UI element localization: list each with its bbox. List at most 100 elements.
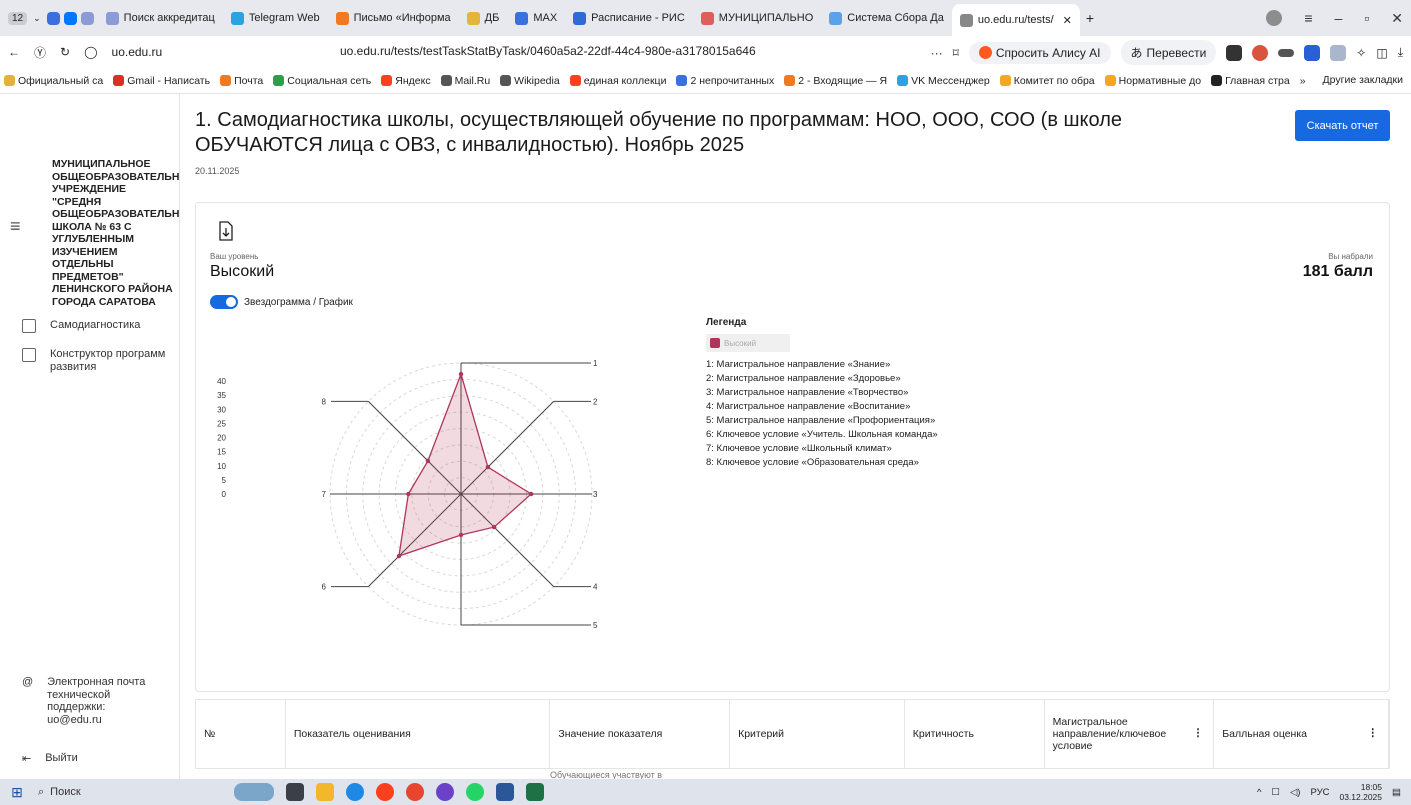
bookmark-item[interactable]: Главная стра xyxy=(1211,75,1290,87)
tab-close-icon[interactable]: ✕ xyxy=(1063,14,1072,27)
browser-tab[interactable]: Письмо «Информа xyxy=(328,0,459,36)
profile-icon[interactable] xyxy=(1266,10,1283,26)
bookmark-item[interactable]: Wikipedia xyxy=(500,75,560,87)
yandex-icon[interactable]: Ⓨ xyxy=(34,44,46,61)
extension-icon[interactable] xyxy=(1278,48,1295,57)
legend-swatch xyxy=(710,338,720,348)
volume-icon[interactable]: ◁) xyxy=(1290,787,1300,798)
notifications-icon[interactable]: ▤ xyxy=(1392,787,1401,798)
browser-tab[interactable]: Расписание - РИС xyxy=(565,0,693,36)
taskbar-search[interactable]: ⌕ Поиск xyxy=(34,786,194,799)
browser-tab[interactable]: Система Сбора Да xyxy=(821,0,952,36)
yandex-browser-icon[interactable] xyxy=(376,783,394,801)
back-icon[interactable]: ← xyxy=(8,45,20,59)
download-report-button[interactable]: Скачать отчет xyxy=(1295,110,1390,141)
bookmark-item[interactable]: Официальный са xyxy=(4,75,103,87)
bookmark-favicon-icon xyxy=(676,75,688,86)
extension-icon[interactable] xyxy=(1226,44,1243,61)
bookmark-item[interactable]: 2 непрочитанных xyxy=(676,75,774,87)
column-header[interactable]: Магистральное направление/ключевое услов… xyxy=(1045,700,1215,768)
extension-icon[interactable] xyxy=(1304,44,1321,61)
y-tick-label: 20 xyxy=(217,434,226,443)
new-tab-icon[interactable]: + xyxy=(1086,10,1094,26)
translate-button[interactable]: あ Перевести xyxy=(1120,40,1217,65)
whatsapp-icon[interactable] xyxy=(466,783,484,801)
column-header[interactable]: Критичность xyxy=(905,700,1045,768)
bookmark-icon[interactable]: ⌑ xyxy=(953,46,959,60)
support-email[interactable]: @ Электронная почта технической поддержк… xyxy=(22,676,147,726)
toggle-switch[interactable] xyxy=(210,295,238,309)
bookmark-item[interactable]: Комитет по обра xyxy=(999,75,1095,87)
bookmark-item[interactable]: Mail.Ru xyxy=(440,75,490,87)
browser-tab[interactable]: Поиск аккредитац xyxy=(98,0,223,36)
shield-icon[interactable] xyxy=(80,11,94,25)
sidebar-item-program-builder[interactable]: Конструктор программ развития xyxy=(22,348,172,374)
excel-icon[interactable] xyxy=(526,783,544,801)
other-bookmarks[interactable]: Другие закладки xyxy=(1323,74,1403,86)
browser-tab[interactable]: МУНИЦИПАЛЬНО xyxy=(693,0,821,36)
file-download-icon[interactable] xyxy=(218,221,234,241)
network-icon[interactable]: ☐ xyxy=(1271,787,1280,798)
browser-tab[interactable]: Telegram Web xyxy=(223,0,328,36)
alice-button[interactable]: Спросить Алису AI xyxy=(968,41,1111,64)
axis-label: 1 xyxy=(593,359,598,368)
vk-icon[interactable] xyxy=(63,11,77,25)
reload-icon[interactable]: ↻ xyxy=(60,45,70,59)
bookmark-item[interactable]: Социальная сеть xyxy=(273,75,371,87)
hamburger-icon[interactable]: ≡ xyxy=(10,216,21,237)
close-icon[interactable]: ✕ xyxy=(1391,10,1403,27)
column-header[interactable]: Показатель оценивания xyxy=(286,700,551,768)
bookmark-item[interactable]: Почта xyxy=(220,75,263,87)
bookmark-item[interactable]: Нормативные до xyxy=(1104,75,1201,87)
chevron-down-icon[interactable]: ⌄ xyxy=(33,13,41,24)
weather-icon[interactable] xyxy=(234,783,274,801)
browser-tab[interactable]: uo.edu.ru/tests/ ✕ xyxy=(951,4,1080,36)
y-tick-label: 30 xyxy=(217,405,226,414)
tab-favicon-icon xyxy=(829,11,843,25)
bookmark-item[interactable]: VK Мессенджер xyxy=(897,75,990,87)
clock[interactable]: 18:05 03.12.2025 xyxy=(1339,782,1382,802)
word-icon[interactable] xyxy=(496,783,514,801)
more-icon[interactable]: ··· xyxy=(931,46,943,60)
url-field[interactable]: uo.edu.ru/tests/testTaskStatByTask/0460a… xyxy=(340,44,756,58)
bookmark-item[interactable]: Яндекс xyxy=(381,75,431,87)
column-menu-icon[interactable]: ⋮ xyxy=(1193,727,1204,739)
tray-chevron-icon[interactable]: ^ xyxy=(1257,787,1261,798)
page: ≡ МУНИЦИПАЛЬНОЕ ОБЩЕОБРАЗОВАТЕЛЬН УЧРЕЖД… xyxy=(0,94,1411,779)
extension-icon[interactable] xyxy=(1252,44,1269,61)
tab-label: Telegram Web xyxy=(248,12,320,24)
restore-icon[interactable]: ▫ xyxy=(1364,10,1369,26)
bookmark-item[interactable]: единая коллекци xyxy=(569,75,666,87)
bookmark-item[interactable]: Gmail - Написать xyxy=(113,75,210,87)
domain-label[interactable]: uo.edu.ru xyxy=(112,45,163,59)
browser-tab[interactable]: ДБ xyxy=(459,0,508,36)
browser-icon[interactable] xyxy=(436,783,454,801)
logout-link[interactable]: ⇤ Выйти xyxy=(22,752,78,765)
browser-tab[interactable]: MAX xyxy=(507,0,565,36)
column-header[interactable]: Балльная оценка ⋮ xyxy=(1214,700,1389,768)
sidebar-icon[interactable]: ◫ xyxy=(1376,46,1387,60)
download-icon[interactable]: ⤓ xyxy=(1398,45,1403,60)
column-header[interactable]: Значение показателя xyxy=(550,700,731,768)
bookmark-item[interactable]: 2 - Входящие — Я xyxy=(784,75,887,87)
column-menu-icon[interactable]: ⋮ xyxy=(1367,727,1378,739)
language-indicator[interactable]: РУС xyxy=(1310,787,1329,798)
legend-series-toggle[interactable]: Высокий xyxy=(706,334,790,352)
legend-item: 4: Магистральное направление «Воспитание… xyxy=(706,401,911,412)
bookmarks-overflow-icon[interactable]: » xyxy=(1300,75,1306,87)
chart-mode-toggle[interactable]: Звездограмма / График xyxy=(210,295,353,309)
mail-icon[interactable] xyxy=(1330,44,1347,61)
menu-icon[interactable]: ≡ xyxy=(1304,10,1312,26)
edge-icon[interactable] xyxy=(346,783,364,801)
column-header[interactable]: Критерий xyxy=(730,700,905,768)
task-view-icon[interactable] xyxy=(286,783,304,801)
yandex-icon[interactable] xyxy=(406,783,424,801)
app-icon[interactable] xyxy=(46,11,60,25)
windows-start-icon[interactable]: ⊞ xyxy=(0,784,34,801)
sidebar-item-selfdiagnostics[interactable]: Самодиагностика xyxy=(22,319,140,333)
tab-count-badge[interactable]: 12 xyxy=(8,11,28,25)
minimize-icon[interactable]: – xyxy=(1335,10,1343,26)
puzzle-icon[interactable]: ✧ xyxy=(1356,46,1366,60)
explorer-icon[interactable] xyxy=(316,783,334,801)
column-header[interactable]: № xyxy=(196,700,286,768)
